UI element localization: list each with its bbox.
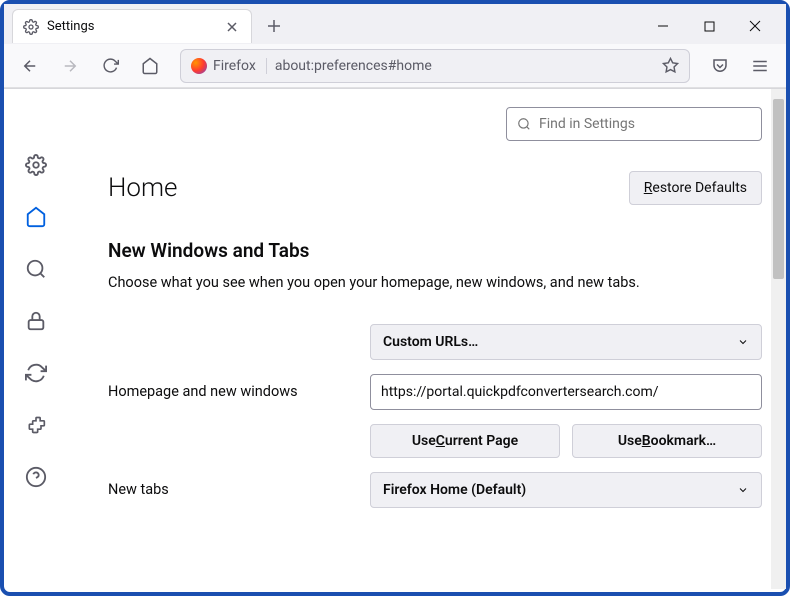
new-tab-button[interactable] [262,14,286,38]
tab-title: Settings [47,19,215,34]
firefox-logo-icon [191,58,207,74]
app-menu-button[interactable] [744,50,776,82]
homepage-url-input[interactable] [370,374,762,410]
newtabs-label: New tabs [108,481,358,498]
use-bookmark-button[interactable]: Use Bookmark… [572,424,762,458]
main-panel: Home Restore Defaults New Windows and Ta… [68,89,786,589]
scrollbar-thumb[interactable] [773,99,784,279]
tab-strip: Settings [4,4,786,44]
content-area: Home Restore Defaults New Windows and Ta… [4,89,786,589]
homepage-mode-select[interactable]: Custom URLs… [370,324,762,360]
window-controls [640,10,778,42]
select-value: Custom URLs… [383,334,478,350]
sidebar-sync-icon[interactable] [20,357,52,389]
page-title: Home [108,173,177,203]
reload-button[interactable] [94,50,126,82]
homepage-label: Homepage and new windows [108,383,358,400]
window-chrome: Settings Firefox about:preferences#home [4,4,786,89]
restore-defaults-button[interactable]: Restore Defaults [629,171,762,205]
select-value: Firefox Home (Default) [383,482,526,498]
newtabs-select[interactable]: Firefox Home (Default) [370,472,762,508]
identity-label: Firefox [213,58,256,74]
sidebar-privacy-icon[interactable] [20,305,52,337]
forward-button[interactable] [54,50,86,82]
bookmark-star-icon[interactable] [662,57,679,74]
url-bar[interactable]: Firefox about:preferences#home [180,49,690,83]
section-description: Choose what you see when you open your h… [108,272,762,294]
identity-box[interactable]: Firefox [191,58,267,74]
chevron-down-icon [737,484,749,496]
chevron-down-icon [737,336,749,348]
maximize-button[interactable] [686,10,732,42]
sidebar-home-icon[interactable] [20,201,52,233]
nav-toolbar: Firefox about:preferences#home [4,44,786,88]
sidebar-general-icon[interactable] [20,149,52,181]
browser-tab[interactable]: Settings [12,9,252,43]
back-button[interactable] [14,50,46,82]
sidebar-extensions-icon[interactable] [20,409,52,441]
close-icon[interactable] [223,18,241,36]
sidebar-search-icon[interactable] [20,253,52,285]
scrollbar[interactable] [771,89,786,589]
settings-search-box[interactable] [506,107,762,141]
settings-search-input[interactable] [539,116,751,132]
pocket-button[interactable] [704,50,736,82]
sidebar-help-icon[interactable] [20,461,52,493]
url-text: about:preferences#home [275,58,432,74]
gear-icon [23,19,39,35]
search-icon [517,117,531,131]
home-button[interactable] [134,50,166,82]
close-window-button[interactable] [732,10,778,42]
minimize-button[interactable] [640,10,686,42]
settings-sidebar [4,89,68,589]
use-current-page-button[interactable]: Use Current Page [370,424,560,458]
section-title: New Windows and Tabs [108,239,762,262]
